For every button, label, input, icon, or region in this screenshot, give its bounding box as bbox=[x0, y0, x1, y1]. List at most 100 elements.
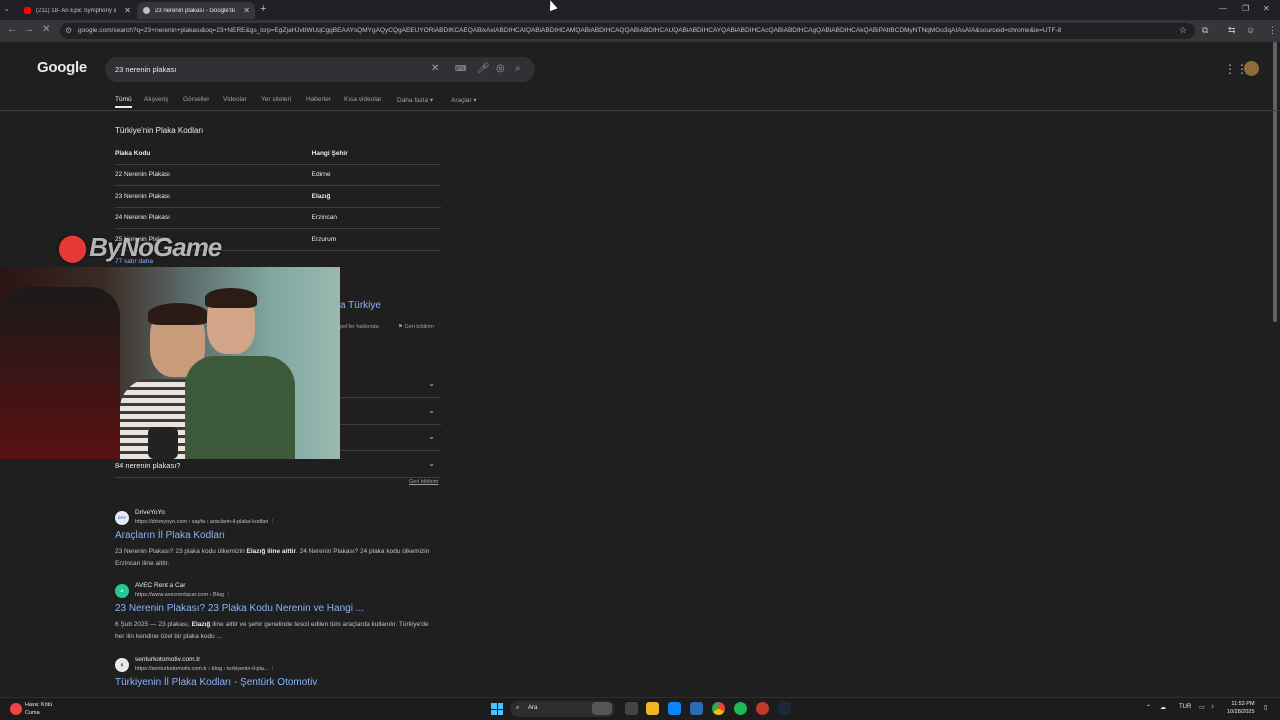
tab-news[interactable]: Haberler bbox=[306, 96, 331, 103]
network-icon[interactable]: ▭ bbox=[1199, 704, 1205, 711]
table-cell: Edirne bbox=[311, 164, 441, 186]
site-url: https://driveyoyo.com › sayfa › araclari… bbox=[135, 519, 275, 525]
weather-line1: Hava: Kötü bbox=[25, 702, 53, 708]
table-cell: Elazığ bbox=[311, 185, 441, 208]
spotify-icon[interactable] bbox=[734, 702, 747, 715]
scrollbar[interactable] bbox=[1273, 42, 1277, 322]
browser-tab-youtube[interactable]: (211) 18- An Epic Symphony &... ✕ bbox=[18, 2, 136, 19]
microphone-icon[interactable]: 🎤︎ bbox=[477, 63, 490, 74]
forward-icon[interactable]: → bbox=[24, 24, 34, 35]
menu-dots-icon[interactable]: ⋮ bbox=[1268, 25, 1277, 36]
chevron-down-icon: ⌄ bbox=[428, 379, 435, 388]
search-input[interactable]: 23 nerenin plakası ✕ ⌨ 🎤︎ ◎ ⌕ bbox=[105, 57, 535, 82]
address-bar[interactable]: ⚙ google.com/search?q=23+nerenin+plakası… bbox=[60, 23, 1195, 39]
site-url: https://senturkotomotiv.com.tr › blog › … bbox=[135, 666, 276, 672]
app-icon[interactable] bbox=[756, 702, 769, 715]
tab-places[interactable]: Yer siteleri bbox=[261, 96, 291, 103]
search-icon[interactable]: ⌕ bbox=[515, 63, 521, 74]
youtube-icon bbox=[24, 7, 31, 14]
volume-icon[interactable]: ♪ bbox=[1211, 704, 1214, 710]
system-clock[interactable]: 11:53 PM 10/28/2025 bbox=[1227, 700, 1255, 716]
tab-shopping[interactable]: Alışveriş bbox=[144, 96, 169, 103]
snippet-about-link[interactable]: pet'ler hakkında bbox=[340, 324, 379, 330]
notifications-icon[interactable]: ▯ bbox=[1264, 704, 1267, 711]
paa-feedback-link[interactable]: Geri bildirim bbox=[409, 479, 438, 485]
back-icon[interactable]: ← bbox=[7, 24, 17, 35]
cite-text: https://driveyoyo.com › sayfa › araclari… bbox=[135, 519, 269, 525]
more-options-icon[interactable]: ⋮ bbox=[226, 592, 232, 598]
site-name[interactable]: DriveYoYo bbox=[135, 509, 165, 516]
column-header: Plaka Kodu bbox=[115, 143, 312, 165]
search-icon: ⌕ bbox=[516, 705, 520, 711]
table-row: 22 Nerenin Plakası Edirne bbox=[115, 164, 441, 186]
table-cell: 23 Nerenin Plakası bbox=[115, 185, 312, 208]
source-link[interactable]: a Türkiye bbox=[340, 300, 381, 311]
weather-line2: Cuma bbox=[25, 710, 40, 716]
tray-app-icon[interactable]: ☁ bbox=[1160, 704, 1166, 711]
tab-short-videos[interactable]: Kısa videolar bbox=[344, 96, 382, 103]
avatar[interactable] bbox=[1244, 61, 1259, 76]
site-name[interactable]: AVEC Rent a Car bbox=[135, 582, 185, 589]
more-options-icon[interactable]: ⋮ bbox=[270, 519, 276, 525]
browser-tab-google[interactable]: 23 nerenin plakası - Google'da ... ✕ bbox=[137, 2, 255, 19]
result-snippet: 6 Şub 2025 — 23 plakası, Elazığ iline ai… bbox=[115, 619, 435, 643]
table-cell: Erzurum bbox=[311, 228, 441, 251]
tab-more[interactable]: Daha fazla ▾ bbox=[397, 96, 433, 104]
table-cell: 24 Nerenin Plakası bbox=[115, 207, 312, 229]
search-highlight-icon bbox=[592, 702, 612, 715]
more-options-icon[interactable]: ⋮ bbox=[270, 666, 276, 672]
close-tab-icon[interactable]: ✕ bbox=[124, 6, 131, 15]
browser-tab-strip: ⌄ (211) 18- An Epic Symphony &... ✕ 23 n… bbox=[0, 0, 1280, 20]
search-query: 23 nerenin plakası bbox=[115, 65, 177, 74]
site-name[interactable]: senturkotomotiv.com.tr bbox=[135, 656, 200, 663]
table-row: 23 Nerenin Plakası Elazığ bbox=[115, 185, 441, 208]
feedback-link[interactable]: ⚑ Geri bildirim bbox=[398, 324, 434, 330]
tab-all[interactable]: Tümü bbox=[115, 96, 132, 108]
close-tab-icon[interactable]: ✕ bbox=[243, 6, 250, 15]
chevron-down-icon: ⌄ bbox=[428, 432, 435, 441]
minimize-icon[interactable]: — bbox=[1219, 4, 1227, 13]
tray-overflow-icon[interactable]: ⌃ bbox=[1146, 704, 1151, 711]
clear-icon[interactable]: ✕ bbox=[431, 63, 439, 74]
tab-search-icon[interactable]: ⌄ bbox=[4, 5, 10, 13]
feedback-label: Geri bildirim bbox=[404, 324, 434, 330]
google-logo[interactable]: Google bbox=[37, 59, 87, 76]
result-title-link[interactable]: 23 Nerenin Plakası? 23 Plaka Kodu Nereni… bbox=[115, 603, 364, 614]
lens-icon[interactable]: ◎ bbox=[496, 63, 505, 74]
extensions-icon[interactable]: ⧉ bbox=[1202, 25, 1208, 36]
store-icon[interactable] bbox=[668, 702, 681, 715]
file-explorer-icon[interactable] bbox=[646, 702, 659, 715]
site-url: https://www.avecrentacar.com › Blog ⋮ bbox=[135, 592, 231, 598]
paa-question: 84 nerenin plakası? bbox=[115, 461, 181, 470]
keyboard-icon[interactable]: ⌨ bbox=[455, 64, 467, 73]
tab-images[interactable]: Görseller bbox=[183, 96, 209, 103]
stop-loading-icon[interactable]: ✕ bbox=[42, 24, 50, 35]
streamer-right bbox=[185, 288, 295, 459]
result-snippet: 23 Nerenin Plakası? 23 plaka kodu ülkemi… bbox=[115, 546, 435, 570]
maximize-icon[interactable]: ❐ bbox=[1242, 4, 1249, 13]
bookmark-star-icon[interactable]: ☆ bbox=[1179, 25, 1187, 36]
site-favicon: DYY bbox=[115, 511, 129, 525]
language-indicator[interactable]: TUR bbox=[1179, 704, 1191, 710]
steam-icon[interactable] bbox=[778, 702, 791, 715]
watermark-text: ByNoGame bbox=[89, 232, 222, 262]
profile-icon[interactable]: ☺ bbox=[1246, 25, 1255, 35]
webcam-overlay bbox=[0, 267, 340, 459]
tab-tools[interactable]: Araçlar ▾ bbox=[451, 96, 477, 104]
new-tab-button[interactable]: + bbox=[260, 3, 266, 15]
tab-videos[interactable]: Videolar bbox=[223, 96, 247, 103]
site-info-icon[interactable]: ⚙ bbox=[65, 26, 72, 35]
gaming-chair bbox=[0, 287, 120, 459]
tab-groups-icon[interactable]: ⇆ bbox=[1228, 25, 1236, 36]
taskbar-search[interactable]: ⌕ Ara bbox=[510, 701, 615, 717]
windows-taskbar: Hava: Kötü Cuma ⌕ Ara ⌃ ☁ TUR ▭ ♪ 11:53 P… bbox=[0, 697, 1280, 720]
channel-logo-icon: ⬤ bbox=[58, 232, 87, 262]
chrome-icon[interactable] bbox=[712, 702, 725, 715]
snippet-text: 23 Nerenin Plakası? 23 plaka kodu ülkemi… bbox=[115, 548, 247, 555]
result-title-link[interactable]: Türkiyenin İl Plaka Kodları - Şentürk Ot… bbox=[115, 677, 317, 688]
close-window-icon[interactable]: ✕ bbox=[1263, 4, 1270, 13]
task-view-icon[interactable] bbox=[625, 702, 638, 715]
app-icon[interactable] bbox=[690, 702, 703, 715]
result-title-link[interactable]: Araçların İl Plaka Kodları bbox=[115, 530, 225, 541]
windows-start-icon[interactable] bbox=[491, 703, 503, 715]
